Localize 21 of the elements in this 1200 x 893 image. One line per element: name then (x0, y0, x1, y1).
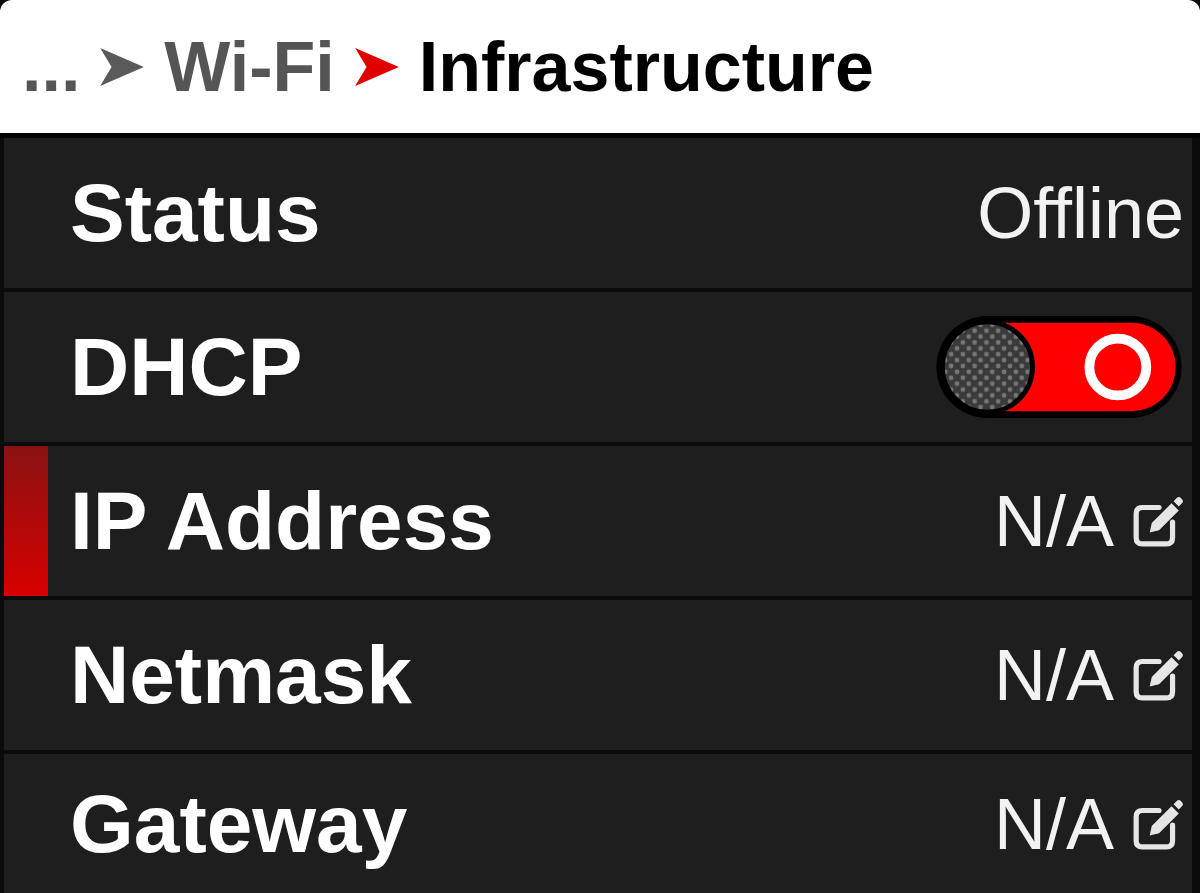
breadcrumb-link[interactable]: Wi-Fi (164, 31, 335, 102)
chevron-icon (100, 47, 145, 86)
current-page-title: Infrastructure (418, 31, 874, 102)
settings-row[interactable]: Gateway N/A (4, 754, 1192, 893)
setting-value: N/A (993, 787, 1114, 860)
edit-icon[interactable] (1132, 649, 1184, 701)
setting-value: Offline (977, 177, 1184, 249)
setting-value: N/A (993, 639, 1114, 711)
settings-row[interactable]: DHCP (4, 292, 1192, 442)
edit-icon[interactable] (1132, 495, 1184, 547)
edit-icon[interactable] (1132, 797, 1184, 850)
breadcrumb-link[interactable]: ... (22, 31, 81, 102)
settings-row[interactable]: IP Address N/A (4, 446, 1192, 596)
setting-value: N/A (993, 485, 1114, 557)
setting-label: DHCP (70, 326, 303, 408)
setting-label: Netmask (70, 634, 412, 716)
setting-label: Status (70, 172, 321, 254)
setting-label: IP Address (70, 480, 494, 562)
chevron-icon (354, 47, 399, 86)
settings-row[interactable]: Status Offline (4, 138, 1192, 288)
settings-row[interactable]: Netmask N/A (4, 600, 1192, 750)
